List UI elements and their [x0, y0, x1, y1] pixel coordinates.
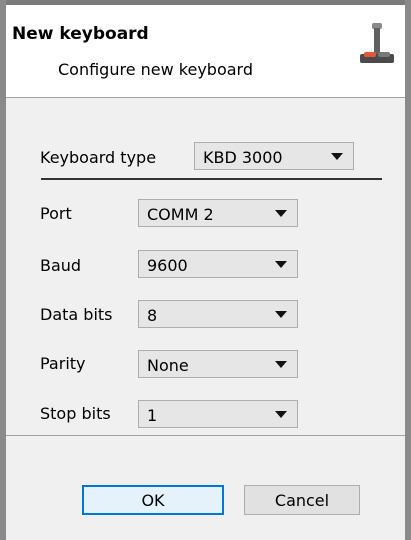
keyboard-type-label: Keyboard type [40, 148, 157, 167]
baud-value: 9600 [147, 256, 188, 275]
chevron-down-icon [331, 153, 343, 160]
cancel-button[interactable]: Cancel [244, 485, 360, 515]
stop-bits-label: Stop bits [40, 404, 111, 423]
chevron-down-icon [275, 361, 287, 368]
dialog-header [6, 5, 405, 97]
chevron-down-icon [275, 311, 287, 318]
chevron-down-icon [275, 210, 287, 217]
baud-label: Baud [40, 256, 82, 275]
parity-select[interactable]: None [138, 350, 298, 378]
data-bits-value: 8 [147, 306, 158, 325]
stop-bits-select[interactable]: 1 [138, 400, 298, 428]
chevron-down-icon [275, 261, 287, 268]
keyboard-type-select[interactable]: KBD 3000 [194, 142, 354, 170]
port-label: Port [40, 204, 72, 223]
dialog-title: New keyboard [12, 24, 149, 44]
stop-bits-value: 1 [147, 406, 158, 425]
parity-label: Parity [40, 354, 86, 373]
data-bits-select[interactable]: 8 [138, 300, 298, 328]
data-bits-label: Data bits [40, 305, 113, 324]
keyboard-type-value: KBD 3000 [203, 148, 283, 167]
ok-button[interactable]: OK [82, 485, 224, 515]
dialog-subtitle: Configure new keyboard [58, 60, 253, 79]
baud-select[interactable]: 9600 [138, 250, 298, 278]
section-separator [41, 178, 382, 180]
parity-value: None [147, 356, 189, 375]
joystick-icon [360, 23, 394, 63]
port-select[interactable]: COMM 2 [138, 199, 298, 227]
port-value: COMM 2 [147, 205, 214, 224]
chevron-down-icon [275, 411, 287, 418]
window-right-border [405, 0, 411, 540]
